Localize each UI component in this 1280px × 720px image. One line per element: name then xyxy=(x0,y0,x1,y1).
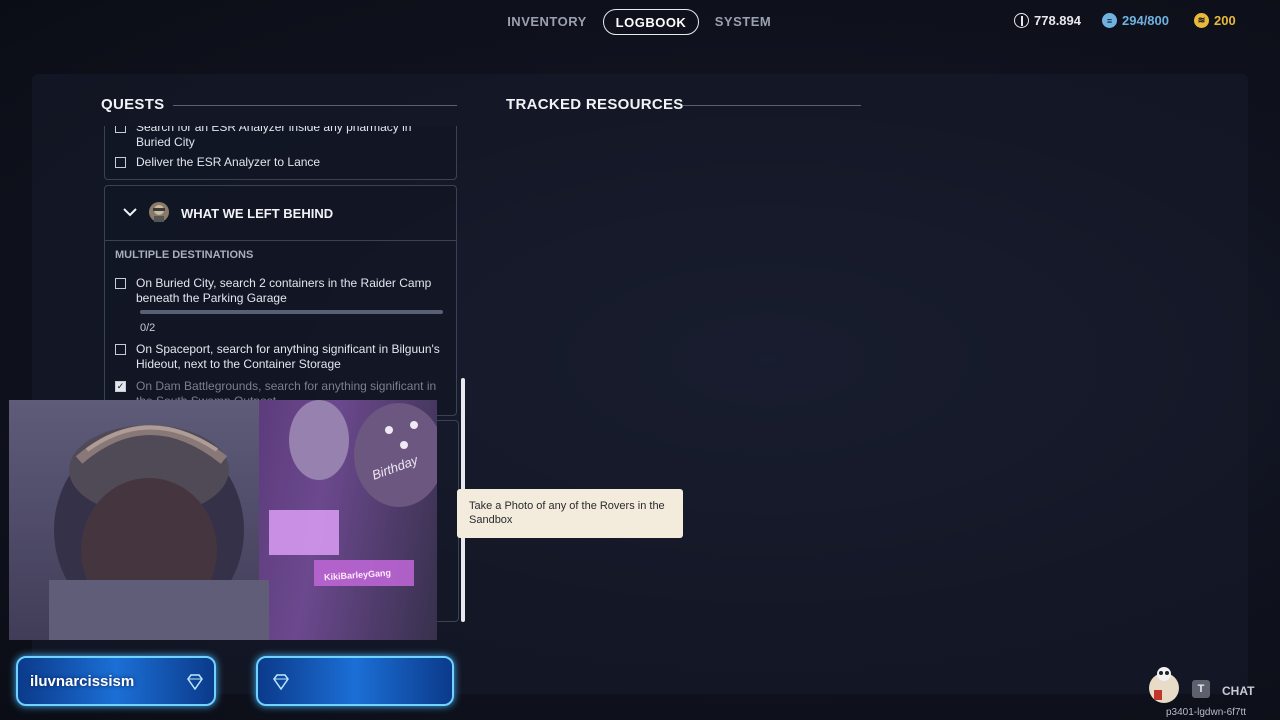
quest-task[interactable]: Search for an ESR Analyzer inside any ph… xyxy=(115,126,435,150)
decor-badge xyxy=(256,656,454,706)
checkbox[interactable] xyxy=(115,344,126,355)
quest-giver-avatar xyxy=(149,202,169,222)
quest-card-current[interactable]: WHAT WE LEFT BEHIND MULTIPLE DESTINATION… xyxy=(104,185,457,416)
tooltip: Take a Photo of any of the Rovers in the… xyxy=(457,489,683,538)
tooltip-text: Take a Photo of any of the Rovers in the… xyxy=(469,500,665,526)
quests-title: QUESTS xyxy=(101,96,165,113)
checkbox[interactable] xyxy=(115,157,126,168)
tokens-display: ≋ 200 xyxy=(1194,13,1236,28)
player-avatar[interactable] xyxy=(1146,664,1182,704)
tab-inventory[interactable]: INVENTORY xyxy=(503,9,591,35)
task-text: On Spaceport, search for anything signif… xyxy=(136,342,440,371)
quest-card-previous[interactable]: Search for an ESR Analyzer inside any ph… xyxy=(104,126,457,180)
chevron-down-icon[interactable] xyxy=(123,204,137,220)
webcam-overlay: KikiBarleyGang Birthday xyxy=(9,400,437,640)
checkbox[interactable] xyxy=(115,278,126,289)
tracked-divider xyxy=(683,105,861,106)
task-progress-bar xyxy=(140,310,443,314)
coins-display: 778.894 xyxy=(1014,13,1081,28)
quest-destination: MULTIPLE DESTINATIONS xyxy=(115,249,254,261)
chat-key-hint: T xyxy=(1192,680,1210,698)
quest-task[interactable]: On Buried City, search 2 containers in t… xyxy=(115,276,445,306)
quest-task[interactable]: Deliver the ESR Analyzer to Lance xyxy=(115,155,435,170)
quest-task[interactable]: On Spaceport, search for anything signif… xyxy=(115,342,445,372)
task-progress-text: 0/2 xyxy=(140,322,156,334)
tab-system[interactable]: SYSTEM xyxy=(709,9,777,35)
session-id: p3401-lgdwn-6f7tt xyxy=(1166,707,1247,718)
tracked-resources-title: TRACKED RESOURCES xyxy=(506,96,684,113)
storage-icon: ≡ xyxy=(1102,13,1117,28)
tokens-value: 200 xyxy=(1214,13,1236,28)
checkbox[interactable] xyxy=(115,126,126,133)
storage-display: ≡ 294/800 xyxy=(1102,13,1169,28)
username-badge: iluvnarcissism xyxy=(16,656,216,706)
task-text: On Buried City, search 2 containers in t… xyxy=(136,276,432,305)
quest-header[interactable]: WHAT WE LEFT BEHIND xyxy=(105,186,456,241)
webcam-scene xyxy=(9,400,437,640)
task-text: Deliver the ESR Analyzer to Lance xyxy=(136,155,321,169)
top-nav: INVENTORY LOGBOOK SYSTEM 778.894 ≡ 294/8… xyxy=(0,0,1280,44)
checkbox-checked[interactable]: ✓ xyxy=(115,381,126,392)
quest-name: WHAT WE LEFT BEHIND xyxy=(181,206,334,221)
diamond-icon xyxy=(186,674,204,695)
task-text: Search for an ESR Analyzer inside any ph… xyxy=(136,126,412,149)
quests-divider xyxy=(173,105,457,106)
tab-logbook[interactable]: LOGBOOK xyxy=(603,9,699,35)
streamer-username: iluvnarcissism xyxy=(30,673,135,690)
token-icon: ≋ xyxy=(1194,13,1209,28)
coins-value: 778.894 xyxy=(1034,13,1081,28)
storage-value: 294/800 xyxy=(1122,13,1169,28)
chat-button[interactable]: CHAT xyxy=(1222,684,1254,698)
diamond-icon xyxy=(272,674,290,695)
coin-icon xyxy=(1014,13,1029,28)
